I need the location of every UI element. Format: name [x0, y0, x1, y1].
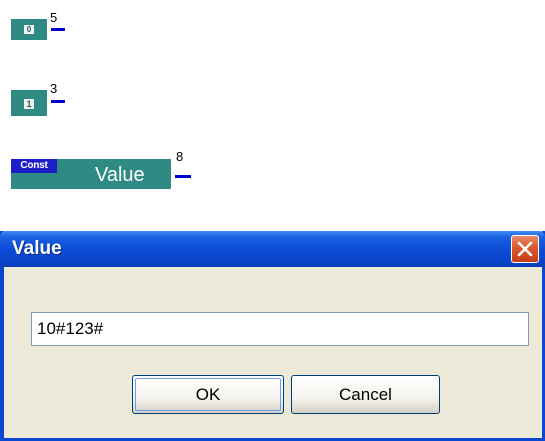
block-label: Value: [95, 164, 145, 186]
cancel-button[interactable]: Cancel: [291, 375, 440, 414]
dialog-title: Value: [12, 238, 62, 259]
block-inner-label: 1: [24, 99, 34, 109]
output-pin[interactable]: [175, 175, 191, 178]
block-inner-label: 0: [24, 25, 34, 34]
value-dialog: Value 10#123# OK Cancel: [0, 231, 545, 441]
workspace: 0 5 1 3 Const Value 8 Value 10#123# OK C…: [0, 0, 545, 441]
output-pin[interactable]: [51, 28, 65, 31]
constant-block-1[interactable]: 1: [11, 90, 47, 116]
pin-number: 5: [50, 10, 58, 25]
value-input[interactable]: 10#123#: [31, 312, 529, 346]
close-button[interactable]: [511, 235, 539, 263]
ok-button[interactable]: OK: [132, 375, 284, 414]
pin-number: 3: [50, 81, 58, 96]
dialog-title-bar[interactable]: Value: [0, 231, 545, 267]
constant-block-0[interactable]: 0: [11, 19, 47, 40]
close-icon: [517, 241, 533, 257]
output-pin[interactable]: [51, 100, 65, 103]
pin-number: 8: [176, 149, 184, 164]
const-value-block[interactable]: Const Value: [11, 159, 171, 189]
const-tag: Const: [11, 159, 57, 173]
